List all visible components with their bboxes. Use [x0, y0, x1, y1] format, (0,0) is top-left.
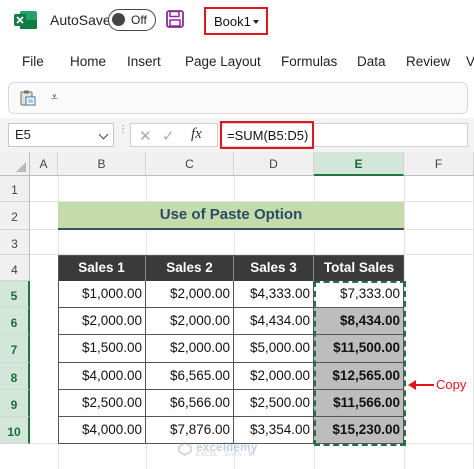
column-header-c[interactable]: C	[146, 152, 234, 176]
formula-bar-grip-icon[interactable]: ⋮	[118, 125, 128, 142]
tab-review[interactable]: Review	[406, 54, 450, 69]
row-header-10[interactable]: 10	[0, 417, 30, 444]
customize-qat-icon[interactable]: ⩡	[51, 90, 58, 105]
cell-d5[interactable]: $4,333.00	[234, 281, 314, 308]
row-header-6[interactable]: 6	[0, 308, 30, 335]
toggle-knob	[112, 13, 125, 26]
cell-b8[interactable]: $4,000.00	[58, 363, 146, 390]
cell-d7[interactable]: $5,000.00	[234, 335, 314, 363]
column-header-d[interactable]: D	[234, 152, 314, 176]
qat-container: ⩡	[8, 82, 468, 114]
formula-text: =SUM(B5:D5)	[227, 128, 309, 143]
paste-icon[interactable]	[20, 90, 36, 106]
header-cell-sales-3[interactable]: Sales 3	[234, 255, 314, 281]
cell-d8[interactable]: $2,000.00	[234, 363, 314, 390]
cell-e8[interactable]: $12,565.00	[314, 363, 404, 390]
quick-access-toolbar: ⩡	[0, 78, 474, 118]
name-box-value: E5	[15, 127, 31, 142]
row-header-2[interactable]: 2	[0, 202, 30, 230]
tab-insert[interactable]: Insert	[127, 54, 161, 69]
watermark-tagline: EXCEL · DATA · BI	[196, 452, 256, 458]
cell-b7[interactable]: $1,500.00	[58, 335, 146, 363]
sheet-title-cell[interactable]: Use of Paste Option	[58, 202, 404, 230]
autosave-label: AutoSave	[50, 12, 111, 28]
enter-icon[interactable]: ✓	[162, 127, 175, 145]
row-header-9[interactable]: 9	[0, 390, 30, 417]
insert-function-icon[interactable]: fx	[191, 126, 202, 143]
cell-b10[interactable]: $4,000.00	[58, 417, 146, 444]
header-cell-total-sales[interactable]: Total Sales	[314, 255, 404, 281]
formula-highlight: =SUM(B5:D5)	[220, 121, 314, 149]
select-all-icon	[16, 162, 26, 172]
header-cell-sales-1[interactable]: Sales 1	[58, 255, 146, 281]
title-bar: AutoSave Off Book1	[0, 0, 474, 42]
save-icon[interactable]	[166, 10, 184, 28]
cell-e10[interactable]: $15,230.00	[314, 417, 404, 444]
cell-d6[interactable]: $4,434.00	[234, 308, 314, 335]
cell-c8[interactable]: $6,565.00	[146, 363, 234, 390]
formula-bar: E5 ⋮ ✕ ✓ fx =SUM(B5:D5)	[0, 118, 474, 152]
column-header-b[interactable]: B	[58, 152, 146, 176]
tab-formulas[interactable]: Formulas	[281, 54, 337, 69]
tab-view[interactable]: V	[466, 54, 474, 69]
formula-actions: ✕ ✓ fx	[130, 123, 218, 147]
cancel-icon[interactable]: ✕	[139, 127, 152, 145]
cell-b9[interactable]: $2,500.00	[58, 390, 146, 417]
cell-c7[interactable]: $2,000.00	[146, 335, 234, 363]
column-header-f[interactable]: F	[404, 152, 474, 176]
column-header-e[interactable]: E	[314, 152, 404, 176]
exceldemy-logo-icon	[178, 442, 192, 456]
tab-file[interactable]: File	[22, 54, 44, 69]
autosave-state: Off	[131, 13, 147, 27]
header-cell-sales-2[interactable]: Sales 2	[146, 255, 234, 281]
cell-e6[interactable]: $8,434.00	[314, 308, 404, 335]
row-header-7[interactable]: 7	[0, 335, 30, 363]
cell-e9[interactable]: $11,566.00	[314, 390, 404, 417]
chevron-down-icon	[253, 20, 259, 24]
select-all-corner[interactable]	[0, 152, 30, 176]
chevron-down-icon	[98, 129, 109, 140]
row-header-8[interactable]: 8	[0, 363, 30, 390]
excel-logo-icon	[14, 11, 37, 29]
row-header-5[interactable]: 5	[0, 281, 30, 308]
cell-c6[interactable]: $2,000.00	[146, 308, 234, 335]
cell-d9[interactable]: $2,500.00	[234, 390, 314, 417]
gridline	[404, 176, 405, 469]
workbook-name-dropdown[interactable]: Book1	[204, 7, 268, 35]
cell-b6[interactable]: $2,000.00	[58, 308, 146, 335]
watermark: exceldemy EXCEL · DATA · BI	[178, 440, 308, 460]
row-header-1[interactable]: 1	[0, 176, 30, 202]
tab-data[interactable]: Data	[357, 54, 386, 69]
cell-c9[interactable]: $6,566.00	[146, 390, 234, 417]
tab-page-layout[interactable]: Page Layout	[185, 54, 261, 69]
cell-e5[interactable]: $7,333.00	[314, 281, 404, 308]
row-header-3[interactable]: 3	[0, 230, 30, 255]
copy-annotation-label: Copy	[436, 377, 467, 392]
cell-b5[interactable]: $1,000.00	[58, 281, 146, 308]
autosave-toggle[interactable]: Off	[108, 9, 156, 31]
tab-home[interactable]: Home	[70, 54, 106, 69]
name-box[interactable]: E5	[8, 123, 114, 147]
row-header-4[interactable]: 4	[0, 255, 30, 281]
cell-e7[interactable]: $11,500.00	[314, 335, 404, 363]
column-header-a[interactable]: A	[30, 152, 58, 176]
workbook-name: Book1	[214, 14, 251, 29]
cell-c5[interactable]: $2,000.00	[146, 281, 234, 308]
ribbon-tabs: File Home Insert Page Layout Formulas Da…	[0, 44, 474, 78]
